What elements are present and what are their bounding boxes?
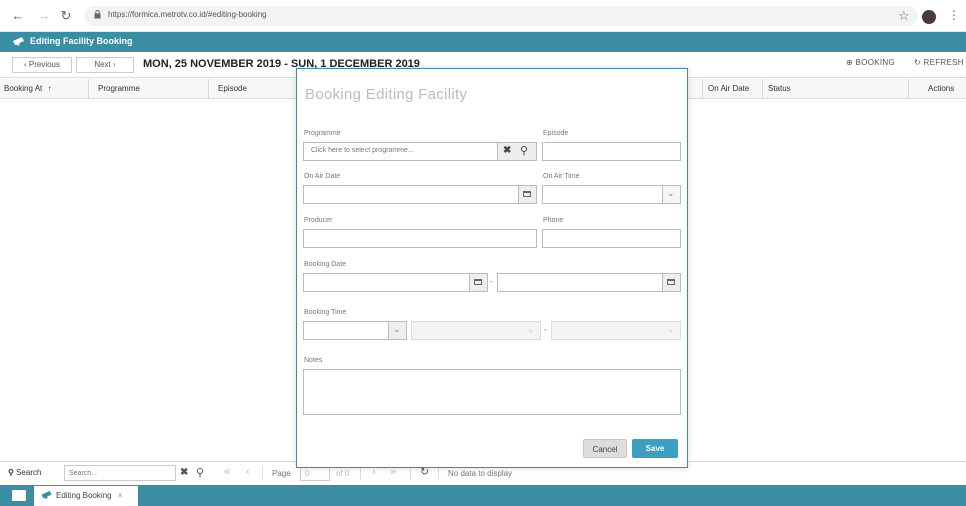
- previous-label: Previous: [28, 60, 60, 69]
- calendar-icon: [474, 279, 482, 285]
- chevron-right-icon: ›: [110, 60, 116, 69]
- notes-textarea[interactable]: [303, 369, 681, 415]
- cancel-button[interactable]: Cancel: [583, 439, 627, 458]
- taskbar-tab-label: Editing Booking: [56, 491, 112, 500]
- next-label: Next: [94, 60, 111, 69]
- chevron-down-icon: ⌄: [527, 324, 535, 334]
- clear-search-icon[interactable]: ✖: [180, 467, 188, 478]
- column-programme[interactable]: Programme: [98, 84, 140, 93]
- telescope-icon: [41, 490, 52, 499]
- booking-label: BOOKING: [855, 58, 895, 67]
- prev-page-icon[interactable]: ‹: [246, 466, 250, 478]
- save-button[interactable]: Save: [632, 439, 678, 458]
- menu-kebab-icon[interactable]: ⋮: [948, 8, 960, 22]
- refresh-icon: ↻: [914, 58, 924, 67]
- episode-input[interactable]: [542, 142, 681, 161]
- producer-input[interactable]: [303, 229, 537, 248]
- on-air-time-label: On Air Time: [543, 173, 580, 180]
- booking-date-start-input[interactable]: [303, 273, 488, 292]
- lock-icon: [94, 10, 101, 19]
- chevron-down-icon: ⌄: [667, 324, 675, 334]
- programme-placeholder: Click here to select programme...: [311, 147, 414, 154]
- pager-divider: [360, 466, 361, 480]
- pager-divider: [262, 466, 263, 480]
- date-range-separator: -: [490, 277, 493, 286]
- booking-time-label: Booking Time: [304, 309, 347, 316]
- column-booking-at[interactable]: Booking At ↑: [4, 84, 51, 93]
- booking-date-end-input[interactable]: [497, 273, 681, 292]
- calendar-icon: [523, 191, 531, 197]
- search-input[interactable]: [64, 465, 176, 481]
- close-tab-icon[interactable]: ×: [118, 491, 123, 500]
- booking-time-start-select[interactable]: [411, 321, 541, 340]
- booking-button[interactable]: ⊕ BOOKING: [846, 58, 895, 67]
- search-label: Search: [16, 468, 42, 477]
- next-button[interactable]: Next ›: [76, 57, 134, 73]
- column-divider: [88, 79, 89, 99]
- search-label-group: ⚲ Search: [8, 468, 41, 477]
- forward-arrow-icon[interactable]: →: [36, 8, 52, 24]
- clear-programme-icon[interactable]: ✖: [503, 145, 511, 156]
- column-divider: [208, 79, 209, 99]
- booking-time-end-select[interactable]: [551, 321, 681, 340]
- previous-button[interactable]: ‹ Previous: [12, 57, 72, 73]
- profile-avatar[interactable]: [922, 10, 936, 24]
- first-page-icon[interactable]: «: [224, 466, 230, 478]
- on-air-date-label: On Air Date: [304, 173, 341, 180]
- app-title-bar: [0, 32, 966, 52]
- plus-circle-icon: ⊕: [846, 58, 856, 67]
- dialog-title: Booking Editing Facility: [305, 86, 468, 103]
- reload-icon[interactable]: ↻: [58, 8, 74, 24]
- column-actions[interactable]: Actions: [928, 84, 954, 93]
- column-divider: [702, 79, 703, 99]
- search-submit-icon[interactable]: ⚲: [196, 466, 204, 479]
- page-label: Page: [272, 469, 291, 478]
- booking-date-label: Booking Date: [304, 261, 347, 268]
- column-status[interactable]: Status: [768, 84, 791, 93]
- column-divider: [762, 79, 763, 99]
- taskbar: [0, 485, 966, 506]
- url-text: https://formica.metrotv.co.id/#editing-b…: [108, 10, 267, 19]
- notes-label: Notes: [304, 357, 323, 364]
- pager-status: No data to display: [448, 469, 513, 478]
- refresh-button[interactable]: ↻ REFRESH: [914, 58, 964, 67]
- sort-up-icon: ↑: [47, 84, 52, 93]
- episode-label: Episode: [543, 130, 569, 137]
- pager-divider: [438, 466, 439, 480]
- refresh-label: REFRESH: [923, 58, 964, 67]
- chevron-down-icon: ⌄: [667, 188, 675, 198]
- column-episode[interactable]: Episode: [218, 84, 247, 93]
- producer-label: Producer: [304, 217, 333, 224]
- app-title: Editing Facility Booking: [30, 36, 133, 46]
- chevron-down-icon: ⌄: [393, 324, 401, 334]
- column-divider: [908, 79, 909, 99]
- search-programme-icon[interactable]: ⚲: [520, 144, 528, 157]
- column-on-air-date[interactable]: On Air Date: [708, 84, 749, 93]
- back-arrow-icon[interactable]: ←: [10, 8, 26, 24]
- start-window-icon[interactable]: [12, 490, 26, 501]
- telescope-icon: [13, 37, 24, 46]
- phone-input[interactable]: [542, 229, 681, 248]
- star-icon[interactable]: ☆: [898, 8, 910, 24]
- time-range-separator: -: [544, 325, 547, 334]
- pager-divider: [410, 466, 411, 480]
- column-booking-at-label: Booking At: [4, 84, 43, 93]
- phone-label: Phone: [543, 217, 564, 224]
- search-icon: ⚲: [8, 468, 17, 477]
- on-air-time-select[interactable]: [542, 185, 681, 204]
- programme-label: Programme: [304, 130, 341, 137]
- page-count: of 0: [336, 469, 350, 478]
- calendar-icon: [667, 279, 675, 285]
- on-air-date-input[interactable]: [303, 185, 537, 204]
